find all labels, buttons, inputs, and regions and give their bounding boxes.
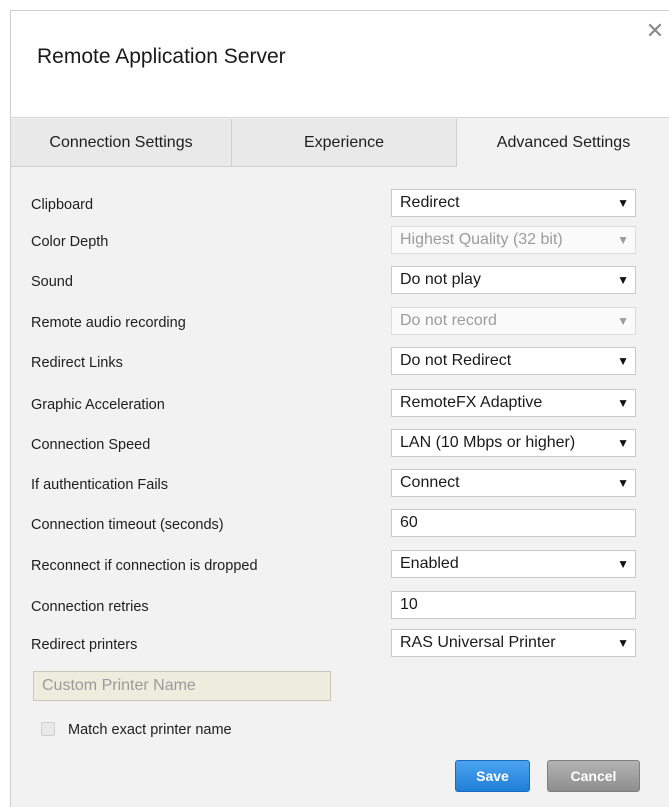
remote-audio-recording-value: Do not record xyxy=(400,312,497,329)
connection-speed-value: LAN (10 Mbps or higher) xyxy=(400,434,576,451)
chevron-down-icon: ▼ xyxy=(617,476,629,490)
graphic-acceleration-label: Graphic Acceleration xyxy=(31,397,165,413)
sound-label: Sound xyxy=(31,274,73,290)
setting-row-clipboard: Clipboard Redirect ▼ xyxy=(11,189,669,219)
chevron-down-icon: ▼ xyxy=(617,636,629,650)
setting-row-if-authentication-fails: If authentication Fails Connect ▼ xyxy=(11,469,669,499)
if-authentication-fails-label: If authentication Fails xyxy=(31,477,169,493)
connection-speed-select[interactable]: LAN (10 Mbps or higher) ▼ xyxy=(391,429,636,457)
chevron-down-icon: ▼ xyxy=(617,557,629,571)
chevron-down-icon: ▼ xyxy=(617,196,629,210)
redirect-links-select[interactable]: Do not Redirect ▼ xyxy=(391,347,636,375)
chevron-down-icon: ▼ xyxy=(617,436,629,450)
setting-row-connection-timeout: Connection timeout (seconds) 60 xyxy=(11,509,669,539)
close-icon[interactable]: ✕ xyxy=(643,19,667,43)
setting-row-connection-speed: Connection Speed LAN (10 Mbps or higher)… xyxy=(11,429,669,459)
remote-audio-recording-select: Do not record ▼ xyxy=(391,307,636,335)
redirect-links-value: Do not Redirect xyxy=(400,352,512,369)
connection-retries-label: Connection retries xyxy=(31,599,149,615)
dialog-title: Remote Application Server xyxy=(37,45,286,68)
if-authentication-fails-value: Connect xyxy=(400,474,460,491)
connection-timeout-label: Connection timeout (seconds) xyxy=(31,517,224,533)
match-exact-printer-checkbox[interactable] xyxy=(41,722,55,736)
reconnect-select[interactable]: Enabled ▼ xyxy=(391,550,636,578)
chevron-down-icon: ▼ xyxy=(617,273,629,287)
cancel-button[interactable]: Cancel xyxy=(547,760,640,792)
chevron-down-icon: ▼ xyxy=(617,314,629,328)
graphic-acceleration-value: RemoteFX Adaptive xyxy=(400,394,543,411)
remote-application-server-dialog: Remote Application Server ✕ Connection S… xyxy=(10,10,669,807)
if-authentication-fails-select[interactable]: Connect ▼ xyxy=(391,469,636,497)
setting-row-redirect-printers: Redirect printers RAS Universal Printer … xyxy=(11,629,669,659)
tab-experience[interactable]: Experience xyxy=(232,119,457,167)
match-exact-printer-label: Match exact printer name xyxy=(68,722,232,738)
connection-retries-value: 10 xyxy=(400,596,418,613)
tab-connection-settings[interactable]: Connection Settings xyxy=(11,119,232,167)
custom-printer-name-input: Custom Printer Name xyxy=(33,671,331,701)
connection-timeout-input[interactable]: 60 xyxy=(391,509,636,537)
redirect-links-label: Redirect Links xyxy=(31,355,123,371)
tab-advanced-settings[interactable]: Advanced Settings xyxy=(457,119,669,167)
chevron-down-icon: ▼ xyxy=(617,396,629,410)
custom-printer-name-placeholder: Custom Printer Name xyxy=(42,677,196,694)
clipboard-select[interactable]: Redirect ▼ xyxy=(391,189,636,217)
color-depth-value: Highest Quality (32 bit) xyxy=(400,231,563,248)
reconnect-value: Enabled xyxy=(400,555,459,572)
setting-row-reconnect: Reconnect if connection is dropped Enabl… xyxy=(11,550,669,580)
redirect-printers-select[interactable]: RAS Universal Printer ▼ xyxy=(391,629,636,657)
connection-timeout-value: 60 xyxy=(400,514,418,531)
clipboard-label: Clipboard xyxy=(31,197,94,213)
redirect-printers-value: RAS Universal Printer xyxy=(400,634,556,651)
reconnect-label: Reconnect if connection is dropped xyxy=(31,558,258,574)
settings-tabs: Connection Settings Experience Advanced … xyxy=(11,119,669,167)
chevron-down-icon: ▼ xyxy=(617,233,629,247)
setting-row-color-depth: Color Depth Highest Quality (32 bit) ▼ xyxy=(11,226,669,256)
graphic-acceleration-select[interactable]: RemoteFX Adaptive ▼ xyxy=(391,389,636,417)
setting-row-sound: Sound Do not play ▼ xyxy=(11,266,669,296)
connection-retries-input[interactable]: 10 xyxy=(391,591,636,619)
redirect-printers-label: Redirect printers xyxy=(31,637,138,653)
sound-select[interactable]: Do not play ▼ xyxy=(391,266,636,294)
color-depth-select: Highest Quality (32 bit) ▼ xyxy=(391,226,636,254)
clipboard-value: Redirect xyxy=(400,194,460,211)
sound-value: Do not play xyxy=(400,271,481,288)
save-button[interactable]: Save xyxy=(455,760,530,792)
remote-audio-recording-label: Remote audio recording xyxy=(31,315,186,331)
dialog-header: Remote Application Server xyxy=(11,11,669,118)
chevron-down-icon: ▼ xyxy=(617,354,629,368)
connection-speed-label: Connection Speed xyxy=(31,437,151,453)
setting-row-connection-retries: Connection retries 10 xyxy=(11,591,669,621)
setting-row-redirect-links: Redirect Links Do not Redirect ▼ xyxy=(11,347,669,377)
setting-row-graphic-acceleration: Graphic Acceleration RemoteFX Adaptive ▼ xyxy=(11,389,669,419)
setting-row-remote-audio-recording: Remote audio recording Do not record ▼ xyxy=(11,307,669,337)
color-depth-label: Color Depth xyxy=(31,234,109,250)
